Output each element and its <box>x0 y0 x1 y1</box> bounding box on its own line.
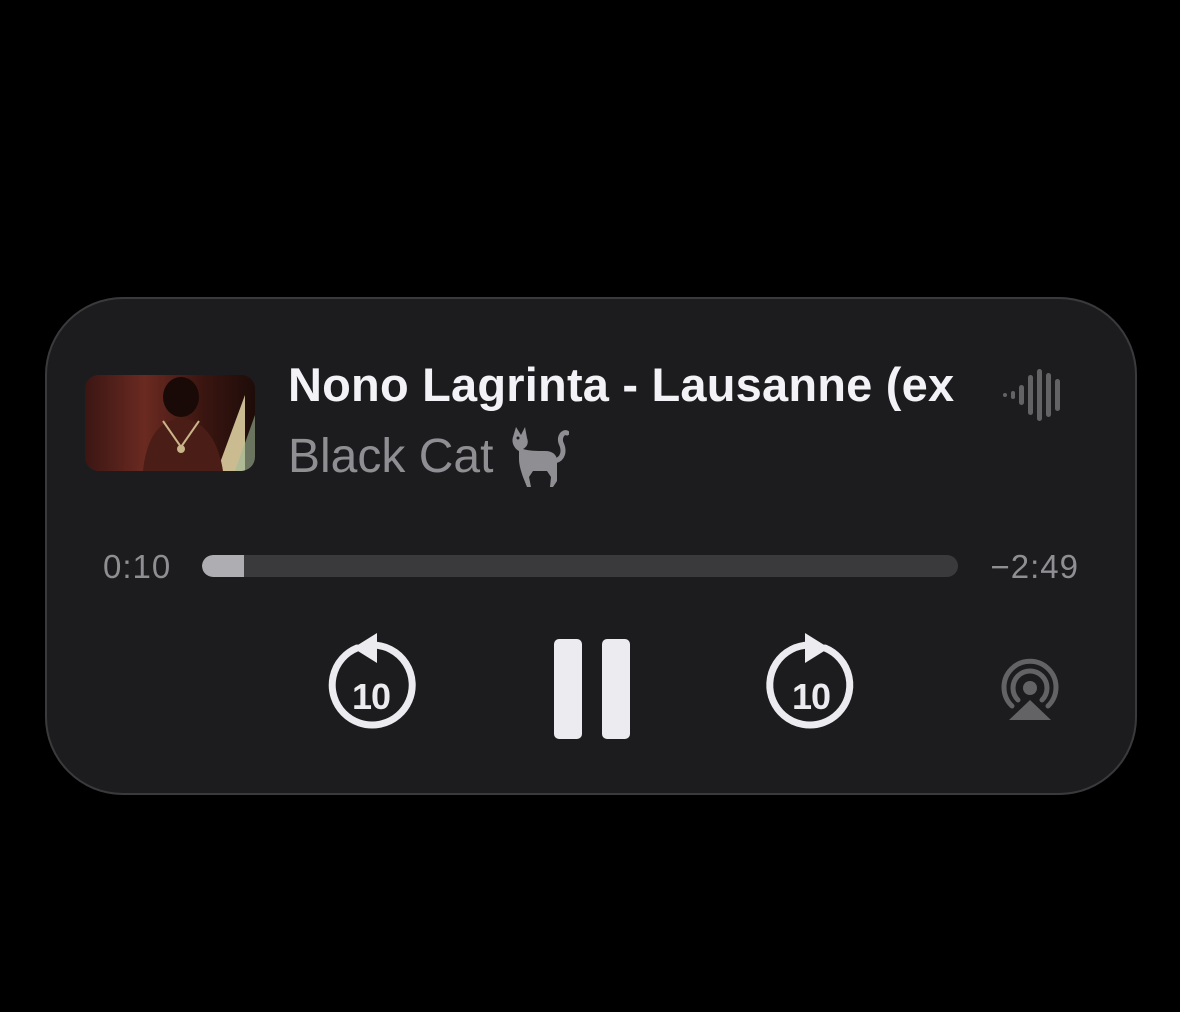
track-title[interactable]: Nono Lagrinta - Lausanne (ex <box>288 355 973 415</box>
skip-back-seconds: 10 <box>351 676 391 717</box>
now-playing-widget[interactable]: Nono Lagrinta - Lausanne (ex Black Cat 0… <box>45 297 1137 795</box>
progress-fill <box>202 555 244 577</box>
artwork-image <box>85 375 255 471</box>
pause-icon <box>554 639 630 739</box>
waveform-icon <box>1001 369 1067 421</box>
pause-button[interactable] <box>550 637 634 741</box>
airplay-button[interactable] <box>995 654 1065 724</box>
elapsed-time: 0:10 <box>103 548 172 585</box>
skip-back-button[interactable]: 10 <box>323 631 419 735</box>
airplay-audio-icon <box>1001 658 1059 720</box>
skip-forward-button[interactable]: 10 <box>763 631 859 735</box>
track-artist-row[interactable]: Black Cat <box>288 425 570 489</box>
progress-scrubber[interactable] <box>202 555 958 577</box>
track-artist: Black Cat <box>288 430 494 483</box>
screen: Nono Lagrinta - Lausanne (ex Black Cat 0… <box>0 0 1180 1012</box>
skip-forward-seconds: 10 <box>791 676 831 717</box>
black-cat-icon <box>507 425 570 489</box>
remaining-time: −2:49 <box>990 548 1079 585</box>
album-artwork[interactable] <box>85 375 255 471</box>
